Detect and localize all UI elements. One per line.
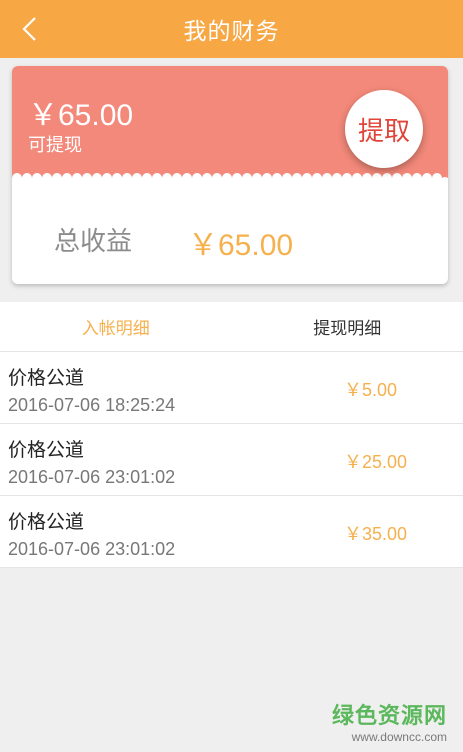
detail-tabs: 入帐明细 提现明细 [0, 302, 463, 352]
watermark-title: 绿色资源网 [331, 704, 447, 729]
finance-card: ￥65.00 可提现 提取 总收益 ￥65.00 [12, 66, 448, 284]
record-name: 价格公道 [8, 511, 85, 533]
record-amount: ￥5.00 [344, 380, 398, 400]
record-time: 2016-07-06 23:01:02 [8, 539, 176, 559]
tab-withdraw-details[interactable]: 提现明细 [232, 302, 463, 351]
record-time: 2016-07-06 18:25:24 [8, 395, 176, 415]
watermark-url: www.downcc.com [351, 730, 447, 744]
withdrawable-label: 可提现 [28, 135, 82, 156]
list-item[interactable]: 价格公道 2016-07-06 23:01:02 ￥35.00 [0, 496, 463, 568]
record-name: 价格公道 [8, 439, 85, 461]
withdrawable-amount: ￥65.00 [28, 99, 134, 132]
watermark: 绿色资源网 www.downcc.com [332, 698, 447, 744]
total-income-label: 总收益 [54, 227, 133, 257]
app-header: 我的财务 [0, 0, 463, 58]
total-income-amount: ￥65.00 [188, 229, 294, 262]
record-list: 价格公道 2016-07-06 18:25:24 ￥5.00 价格公道 2016… [0, 352, 463, 568]
record-name: 价格公道 [8, 367, 85, 389]
list-item[interactable]: 价格公道 2016-07-06 18:25:24 ￥5.00 [0, 352, 463, 424]
withdraw-button[interactable]: 提取 [345, 90, 423, 168]
list-item[interactable]: 价格公道 2016-07-06 23:01:02 ￥25.00 [0, 424, 463, 496]
record-amount: ￥35.00 [344, 524, 408, 544]
scallop-divider [12, 173, 448, 186]
record-amount: ￥25.00 [344, 452, 408, 472]
tab-income-details[interactable]: 入帐明细 [0, 302, 232, 351]
chevron-left-icon[interactable] [18, 15, 44, 43]
page-title: 我的财务 [183, 19, 280, 45]
record-time: 2016-07-06 23:01:02 [8, 467, 176, 487]
